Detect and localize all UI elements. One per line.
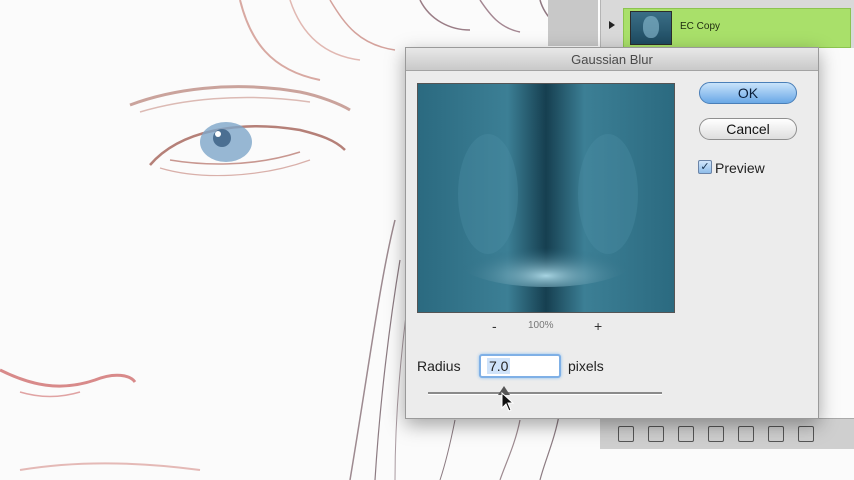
gaussian-blur-dialog: Gaussian Blur - 100% + OK Cancel ✓ Previ… [405,47,819,419]
dialog-title: Gaussian Blur [571,52,653,67]
radius-label: Radius [417,358,461,374]
cancel-button[interactable]: Cancel [699,118,797,140]
layer-row-ec-copy[interactable]: EC Copy [623,8,851,48]
link-icon[interactable] [618,426,634,442]
trash-icon[interactable] [798,426,814,442]
panel-toolbar [600,418,854,449]
preview-image [418,84,674,312]
zoom-in-button[interactable]: + [594,318,602,334]
new-layer-icon[interactable] [768,426,784,442]
units-label: pixels [568,358,604,374]
radius-input[interactable]: 7.0 [479,354,561,378]
layer-thumbnail-icon [630,11,672,45]
fx-icon[interactable] [648,426,664,442]
ok-button[interactable]: OK [699,82,797,104]
preview-label: Preview [715,160,765,176]
mask-icon[interactable] [678,426,694,442]
zoom-out-button[interactable]: - [492,318,497,334]
folder-icon[interactable] [738,426,754,442]
mouse-cursor-icon [501,392,515,412]
dialog-titlebar[interactable]: Gaussian Blur [406,48,818,71]
zoom-level: 100% [528,320,554,331]
filter-preview[interactable] [417,83,675,313]
layer-name: EC Copy [680,21,721,32]
adjustment-icon[interactable] [708,426,724,442]
radius-slider-track[interactable] [428,392,662,395]
layers-panel: EC Copy [600,0,854,48]
disclosure-arrow-icon[interactable] [609,21,615,29]
preview-checkbox[interactable]: ✓ [698,160,712,174]
radius-value: 7.0 [487,358,511,374]
